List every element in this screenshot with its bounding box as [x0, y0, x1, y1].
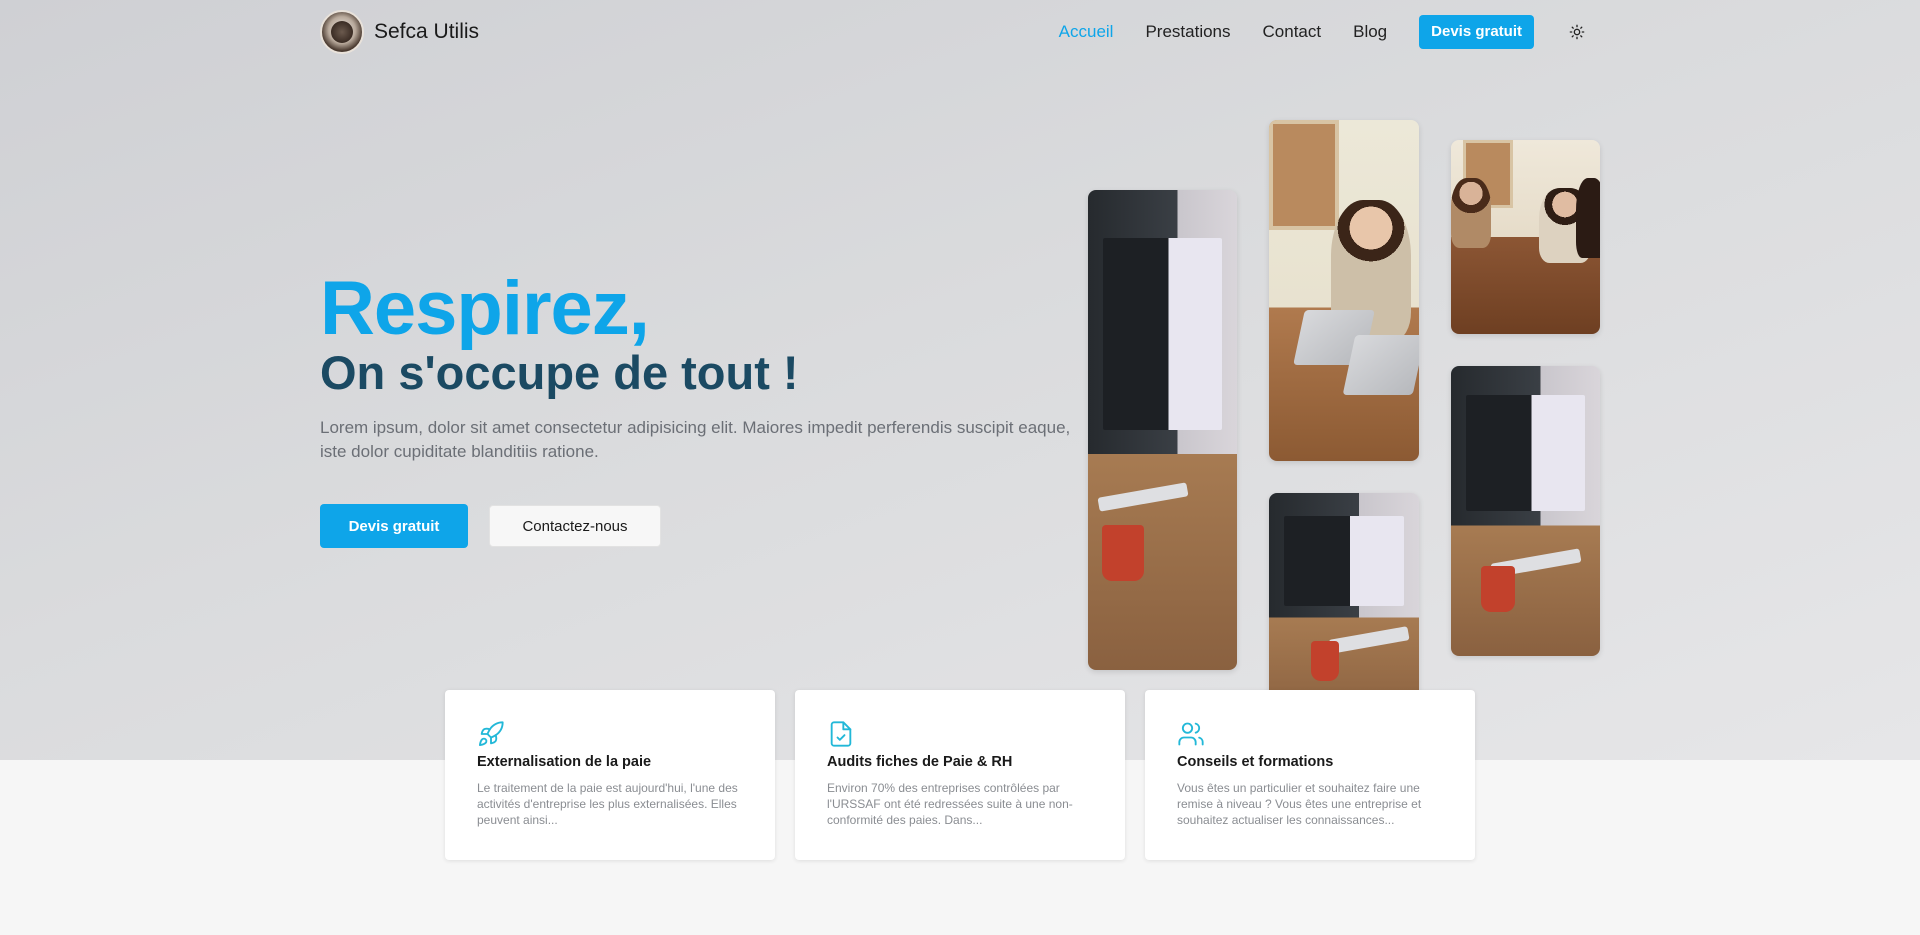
service-title: Externalisation de la paie: [477, 754, 652, 770]
nav-link-prestations[interactable]: Prestations: [1145, 22, 1230, 42]
hero-photo-team: [1451, 140, 1600, 334]
nav-link-blog[interactable]: Blog: [1353, 22, 1387, 42]
brand-name: Sefca Utilis: [374, 20, 480, 43]
hero-description: Lorem ipsum, dolor sit amet consectetur …: [320, 418, 1071, 461]
nav-devis-button[interactable]: Devis gratuit: [1419, 15, 1534, 49]
sun-icon[interactable]: [1566, 21, 1588, 43]
service-card-audits[interactable]: Audits fiches de Paie & RH Environ 70% d…: [795, 690, 1125, 860]
service-text: Environ 70% des entreprises contrôlées p…: [827, 781, 1073, 827]
hero-subtitle: On s'occupe de tout !: [320, 346, 799, 399]
brand-link[interactable]: Sefca Utilis: [320, 10, 479, 54]
users-icon: [1177, 720, 1205, 748]
devis-gratuit-button[interactable]: Devis gratuit: [320, 504, 468, 548]
service-title: Conseils et formations: [1177, 754, 1334, 770]
service-card-paie[interactable]: Externalisation de la paie Le traitement…: [445, 690, 775, 860]
hero-photo-desk-right: [1451, 366, 1600, 656]
service-card-conseils[interactable]: Conseils et formations Vous êtes un part…: [1145, 690, 1475, 860]
hero-photo-desk-small: [1269, 493, 1419, 719]
rocket-icon: [477, 720, 505, 748]
hero-photo-desk-tall: [1088, 190, 1237, 670]
service-text: Le traitement de la paie est aujourd'hui…: [477, 781, 738, 827]
site-header: Sefca Utilis Accueil Prestations Contact…: [320, 0, 1600, 64]
nav-link-accueil[interactable]: Accueil: [1059, 22, 1114, 42]
service-text: Vous êtes un particulier et souhaitez fa…: [1177, 781, 1422, 827]
file-check-icon: [827, 720, 855, 748]
hero-photo-office-woman: [1269, 120, 1419, 461]
nav-link-contact[interactable]: Contact: [1263, 22, 1322, 42]
service-title: Audits fiches de Paie & RH: [827, 754, 1013, 770]
hero-background: [0, 0, 1920, 760]
clover-logo-icon: [320, 10, 364, 54]
contactez-nous-button[interactable]: Contactez-nous: [489, 505, 661, 547]
hero-title: Respirez,: [320, 266, 650, 351]
main-nav: Accueil Prestations Contact Blog Devis g…: [1059, 15, 1600, 49]
